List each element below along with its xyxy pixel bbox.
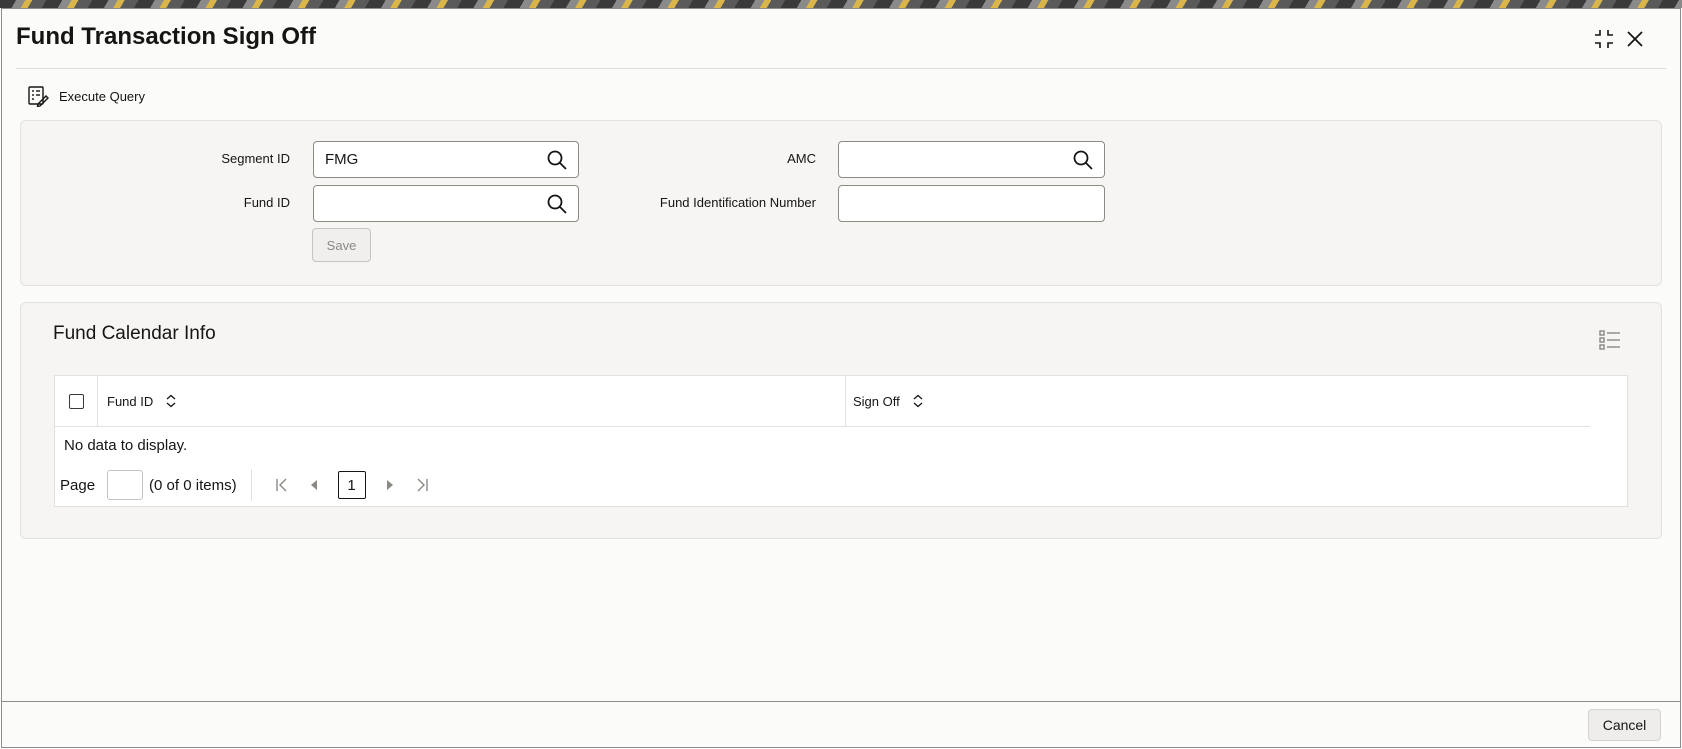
pagination: Page (0 of 0 items) 1	[60, 469, 438, 501]
page-title: Fund Transaction Sign Off	[16, 23, 316, 50]
select-all-checkbox[interactable]	[69, 394, 84, 409]
segment-id-input[interactable]	[314, 141, 546, 178]
first-page-icon[interactable]	[274, 477, 290, 493]
table-header: Fund ID Sign Off	[55, 376, 1590, 427]
segment-id-label: Segment ID	[221, 151, 290, 166]
search-icon[interactable]	[546, 193, 568, 215]
column-header-sign-off[interactable]: Sign Off	[853, 376, 924, 426]
query-document-icon	[28, 86, 49, 107]
amc-label: AMC	[787, 151, 816, 166]
title-divider	[16, 68, 1666, 69]
fund-identification-number-input[interactable]	[839, 185, 1104, 222]
next-page-icon[interactable]	[382, 477, 398, 493]
save-button[interactable]: Save	[312, 228, 371, 262]
page-number-input[interactable]	[107, 470, 144, 500]
items-count: (0 of 0 items)	[149, 476, 237, 494]
sort-icon[interactable]	[912, 394, 924, 408]
column-list-icon[interactable]	[1598, 328, 1622, 352]
search-icon[interactable]	[546, 149, 568, 171]
last-page-icon[interactable]	[414, 477, 430, 493]
column-header-fund-id[interactable]: Fund ID	[107, 376, 177, 426]
current-page[interactable]: 1	[337, 471, 366, 499]
empty-message: No data to display.	[64, 437, 188, 454]
fund-id-field[interactable]	[313, 185, 579, 222]
section-title: Fund Calendar Info	[53, 323, 216, 344]
close-icon[interactable]	[1622, 26, 1648, 52]
segment-id-field[interactable]	[313, 141, 579, 178]
column-divider	[845, 376, 846, 426]
fund-identification-number-field[interactable]	[838, 185, 1105, 222]
fund-id-input[interactable]	[314, 185, 546, 222]
amc-input[interactable]	[839, 141, 1072, 178]
sort-icon[interactable]	[165, 394, 177, 408]
footer-divider	[1, 701, 1681, 702]
pager-divider	[250, 469, 252, 501]
column-header-label: Fund ID	[107, 393, 154, 409]
cancel-button[interactable]: Cancel	[1588, 709, 1661, 741]
fund-calendar-table: Fund ID Sign Off No data to display. Pag…	[54, 375, 1628, 507]
background-banner	[0, 0, 1682, 8]
previous-page-icon[interactable]	[306, 477, 322, 493]
column-divider	[97, 376, 98, 426]
page-label: Page	[60, 476, 96, 494]
search-icon[interactable]	[1072, 149, 1094, 171]
execute-query-label: Execute Query	[59, 88, 145, 104]
execute-query-button[interactable]: Execute Query	[27, 84, 145, 108]
fund-identification-number-label: Fund Identification Number	[659, 195, 816, 210]
fund-id-label: Fund ID	[243, 195, 290, 210]
column-header-label: Sign Off	[853, 393, 900, 409]
amc-field[interactable]	[838, 141, 1105, 178]
collapse-icon[interactable]	[1591, 26, 1617, 52]
